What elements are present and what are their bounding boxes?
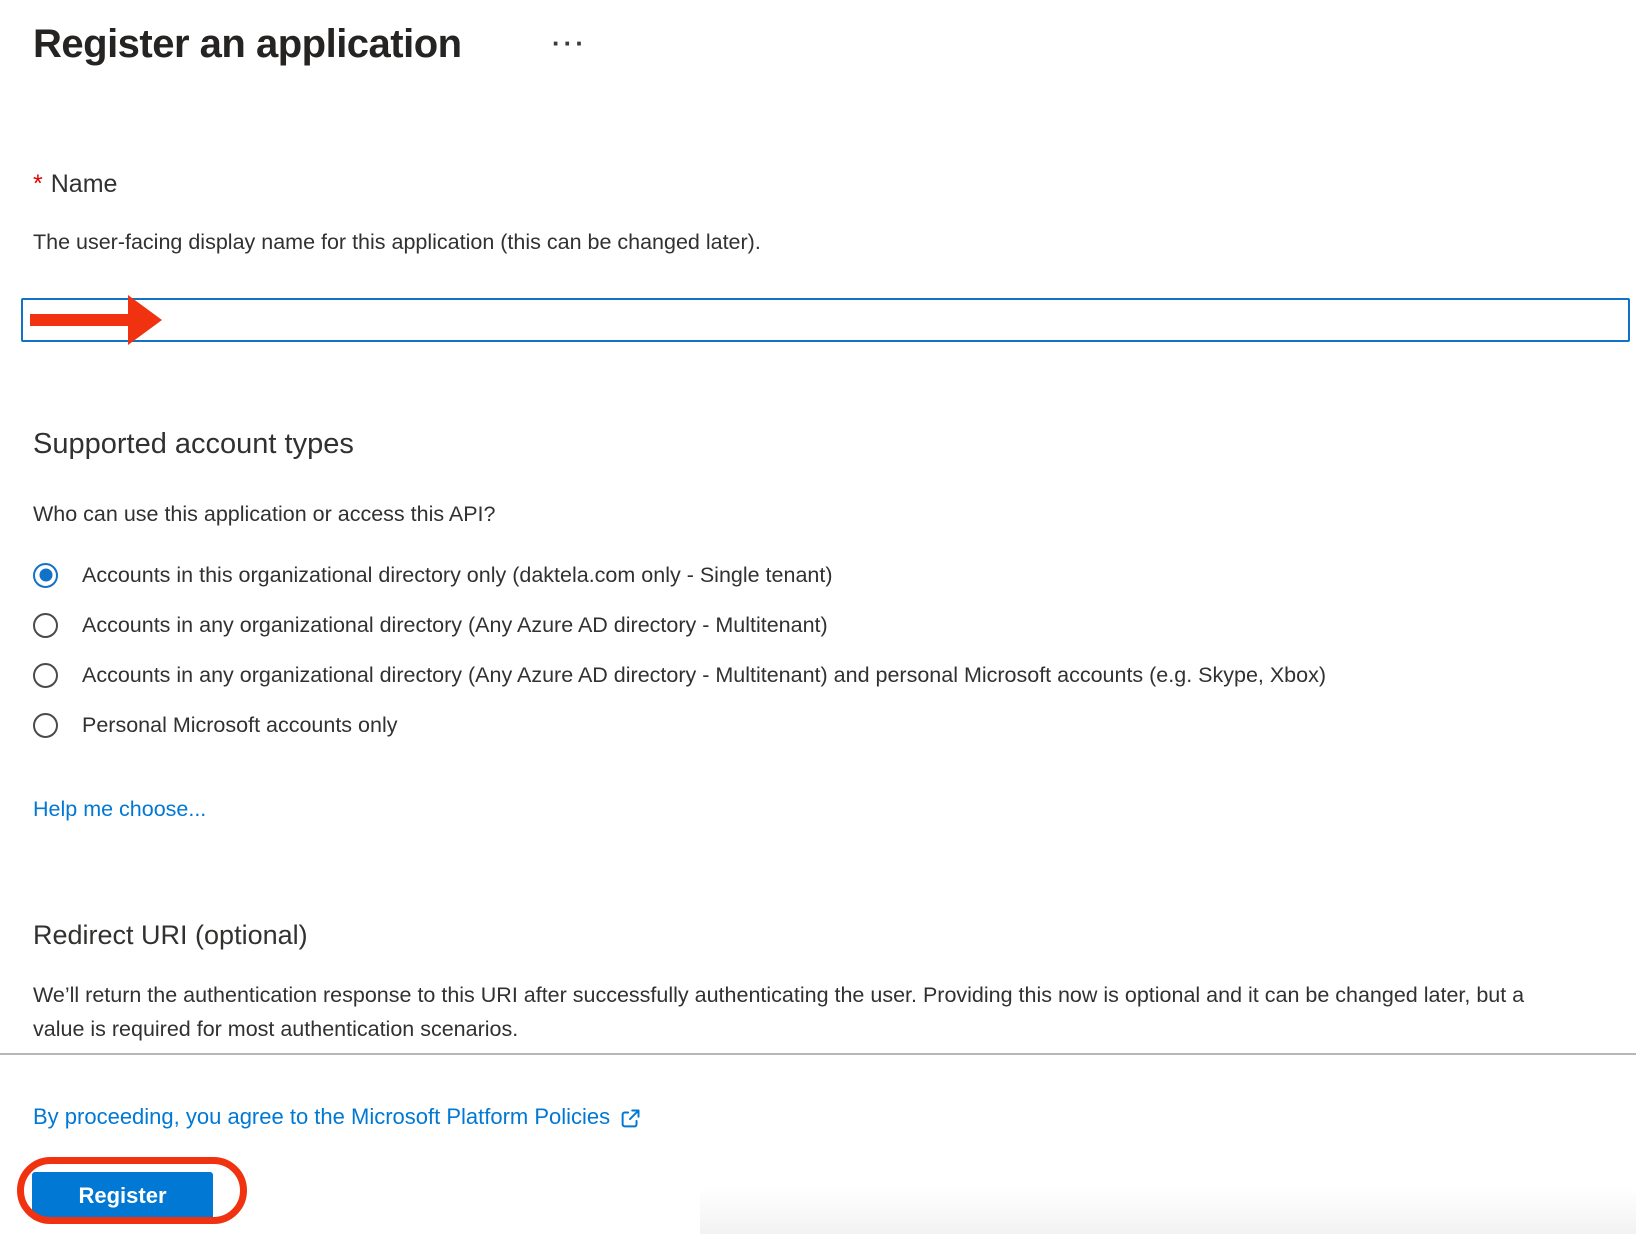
name-field-label: * Name bbox=[33, 170, 117, 199]
redirect-uri-description: We’ll return the authentication response… bbox=[33, 983, 1525, 1041]
account-types-question: Who can use this application or access t… bbox=[33, 502, 496, 526]
bottom-shadow bbox=[700, 1186, 1636, 1234]
redirect-uri-heading: Redirect URI (optional) bbox=[33, 920, 308, 950]
radio-button[interactable] bbox=[33, 662, 58, 688]
name-field-description: The user-facing display name for this ap… bbox=[33, 230, 761, 254]
radio-option-label: Accounts in this organizational director… bbox=[82, 562, 833, 587]
platform-policies-link-text: By proceeding, you agree to the Microsof… bbox=[33, 1104, 611, 1129]
radio-button[interactable] bbox=[33, 612, 58, 638]
radio-button[interactable] bbox=[33, 712, 58, 738]
help-me-choose-link[interactable]: Help me choose... bbox=[33, 797, 206, 822]
name-label-text: Name bbox=[50, 170, 118, 198]
radio-option-multitenant[interactable]: Accounts in any organizational directory… bbox=[33, 600, 1593, 650]
radio-option-label: Accounts in any organizational directory… bbox=[82, 612, 828, 637]
footer-divider bbox=[0, 1053, 1636, 1055]
page-title: Register an application bbox=[33, 22, 462, 66]
radio-option-multitenant-personal[interactable]: Accounts in any organizational directory… bbox=[33, 650, 1593, 700]
platform-policies-link[interactable]: By proceeding, you agree to the Microsof… bbox=[33, 1104, 641, 1130]
radio-option-label: Accounts in any organizational directory… bbox=[82, 662, 1327, 687]
required-asterisk: * bbox=[33, 170, 43, 198]
application-name-input[interactable] bbox=[21, 298, 1630, 342]
radio-option-label: Personal Microsoft accounts only bbox=[82, 712, 398, 737]
more-menu-icon[interactable]: ··· bbox=[552, 30, 587, 56]
account-type-options: Accounts in this organizational director… bbox=[33, 550, 1593, 750]
radio-option-personal-only[interactable]: Personal Microsoft accounts only bbox=[33, 700, 1593, 750]
radio-option-single-tenant[interactable]: Accounts in this organizational director… bbox=[33, 550, 1593, 600]
supported-account-types-heading: Supported account types bbox=[33, 428, 354, 460]
external-link-icon bbox=[621, 1109, 640, 1128]
register-button[interactable]: Register bbox=[32, 1172, 213, 1220]
radio-button[interactable] bbox=[33, 562, 58, 588]
